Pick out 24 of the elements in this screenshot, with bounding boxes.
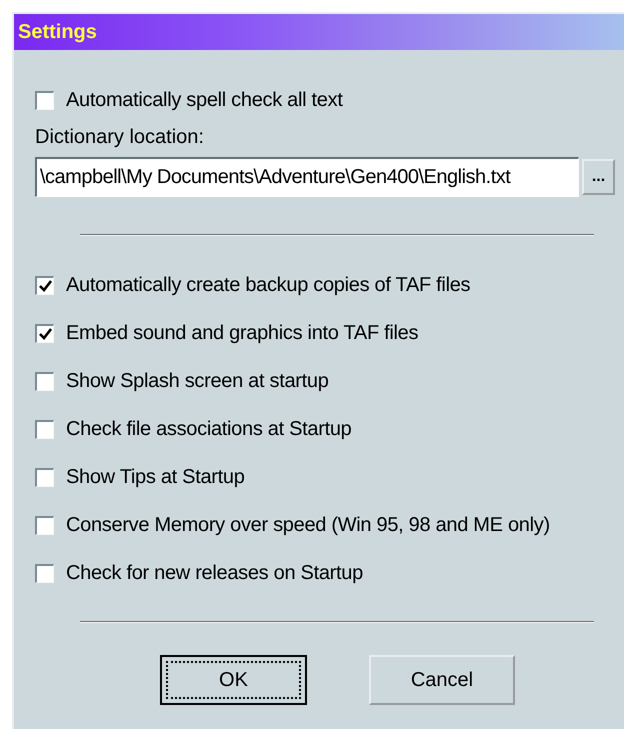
field-label: Dictionary location: xyxy=(35,126,205,149)
checkbox[interactable] xyxy=(35,564,54,582)
checkbox-label: Automatically create backup copies of TAF files xyxy=(66,274,470,296)
checkbox[interactable] xyxy=(35,276,54,294)
checkbox[interactable] xyxy=(35,324,54,342)
checkbox-label: Show Splash screen at startup xyxy=(66,370,329,392)
checkbox[interactable] xyxy=(35,420,54,438)
checkbox-label: Conserve Memory over speed (Win 95, 98 and ME only) xyxy=(66,514,550,536)
cancel-button[interactable]: Cancel xyxy=(369,655,515,705)
checkbox[interactable] xyxy=(35,372,54,390)
checkbox[interactable] xyxy=(35,516,54,534)
checkbox-label: Show Tips at Startup xyxy=(66,466,245,488)
ok-button[interactable]: OK xyxy=(160,655,307,705)
window-title: Settings xyxy=(18,20,97,44)
checkbox-label: Check for new releases on Startup xyxy=(66,562,363,584)
checkbox-label: Automatically spell check all text xyxy=(66,88,343,112)
checkbox-label: Embed sound and graphics into TAF files xyxy=(66,322,418,344)
checkbox[interactable] xyxy=(35,90,54,110)
dictionary-path-field[interactable]: \campbell\My Documents\Adventure\Gen400\English.txt xyxy=(35,157,579,197)
checkmark-icon xyxy=(38,280,52,292)
checkmark-icon xyxy=(38,328,52,340)
browse-button[interactable]: ... xyxy=(582,159,615,195)
checkbox[interactable] xyxy=(35,468,54,486)
checkbox-label: Check file associations at Startup xyxy=(66,418,352,440)
